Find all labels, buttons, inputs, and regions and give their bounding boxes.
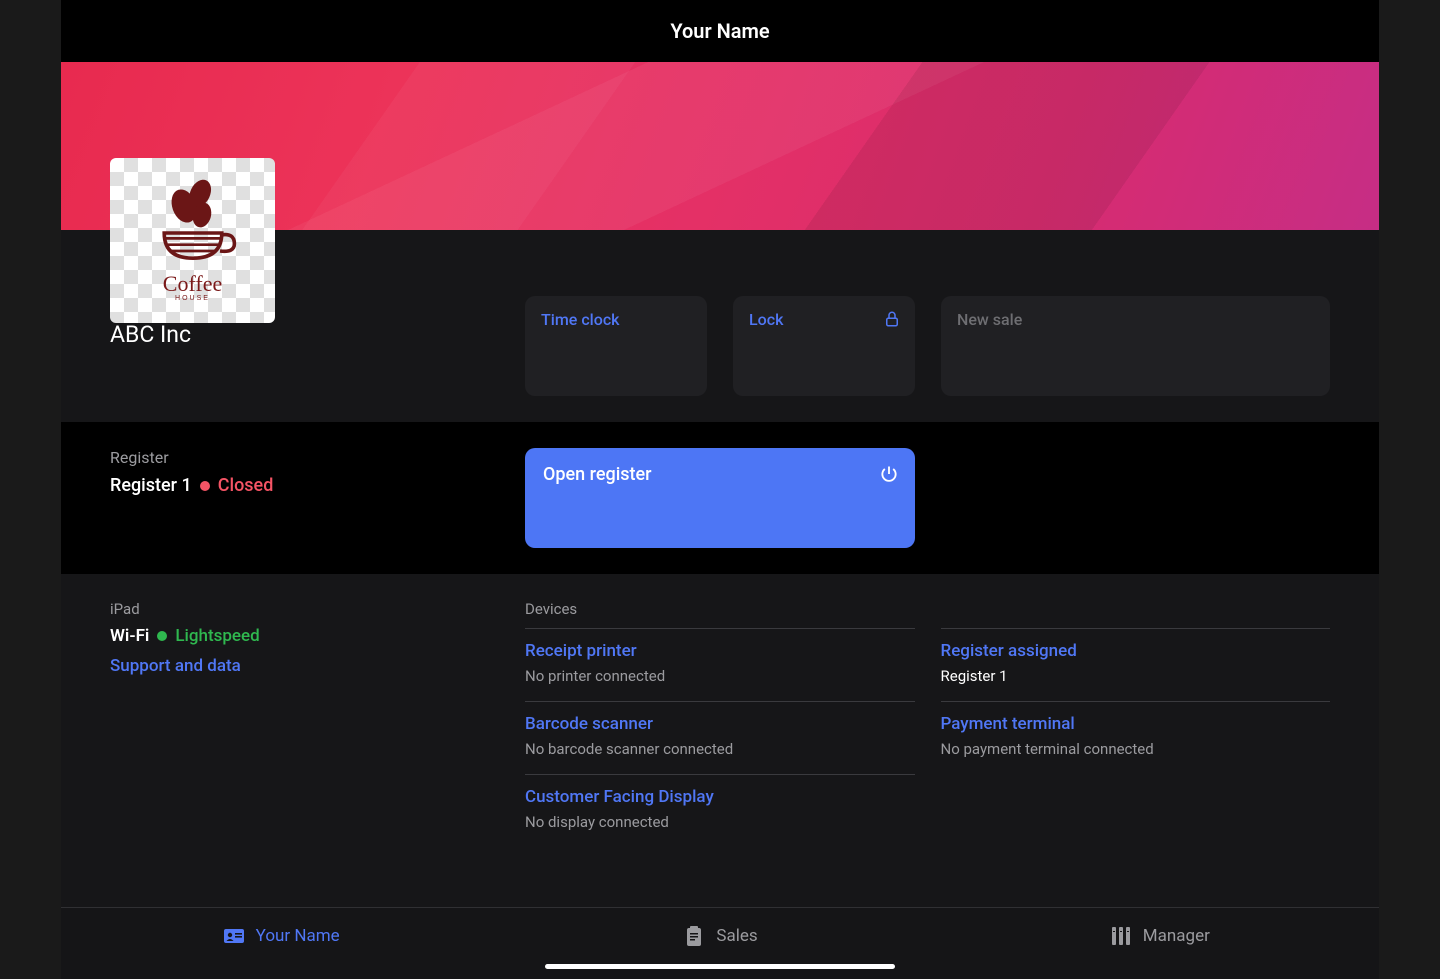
register-name: Register 1: [110, 475, 192, 496]
app-header: Your Name: [61, 0, 1379, 62]
device-status: Register 1: [941, 667, 1331, 685]
time-clock-label: Time clock: [541, 310, 691, 329]
nav-label: Your Name: [256, 926, 340, 946]
device-item-barcode-scanner[interactable]: Barcode scanner No barcode scanner conne…: [525, 701, 915, 774]
clipboard-icon: [682, 924, 706, 948]
register-section-label: Register: [110, 448, 525, 467]
logo-subtext: HOUSE: [175, 295, 210, 302]
support-and-data-link[interactable]: Support and data: [110, 656, 525, 676]
nav-manager[interactable]: Manager: [940, 908, 1379, 964]
new-sale-button: New sale: [941, 296, 1330, 396]
lock-button[interactable]: Lock: [733, 296, 915, 396]
home-indicator[interactable]: [545, 964, 895, 969]
device-title: Payment terminal: [941, 714, 1331, 734]
logo-text: Coffee: [163, 273, 222, 295]
id-card-icon: [222, 924, 246, 948]
new-sale-label: New sale: [957, 310, 1314, 329]
header-title: Your Name: [670, 19, 769, 43]
nav-label: Sales: [716, 926, 757, 946]
device-title: Receipt printer: [525, 641, 915, 661]
device-item-receipt-printer[interactable]: Receipt printer No printer connected: [525, 628, 915, 701]
coffee-logo-icon: [148, 179, 238, 269]
device-title: Barcode scanner: [525, 714, 915, 734]
open-register-button[interactable]: Open register: [525, 448, 915, 548]
open-register-label: Open register: [543, 464, 897, 485]
lock-label: Lock: [749, 310, 899, 329]
device-status: No barcode scanner connected: [525, 740, 915, 758]
bottom-nav: Your Name Sales Manager: [61, 907, 1379, 979]
time-clock-button[interactable]: Time clock: [525, 296, 707, 396]
wifi-status-dot: [157, 631, 167, 641]
ipad-section-label: iPad: [110, 600, 525, 618]
device-title: Customer Facing Display: [525, 787, 915, 807]
device-status: No payment terminal connected: [941, 740, 1331, 758]
register-status-dot: [200, 481, 210, 491]
reports-icon: [1109, 924, 1133, 948]
company-logo: Coffee HOUSE: [110, 158, 275, 323]
nav-your-name[interactable]: Your Name: [61, 908, 500, 964]
devices-spacer: [941, 600, 1331, 618]
device-status: No display connected: [525, 813, 915, 831]
device-item-payment-terminal[interactable]: Payment terminal No payment terminal con…: [941, 701, 1331, 774]
company-name: ABC Inc: [110, 321, 525, 348]
register-status-text: Closed: [218, 475, 274, 496]
nav-sales[interactable]: Sales: [500, 908, 939, 964]
devices-section-label: Devices: [525, 600, 915, 618]
lock-icon: [883, 310, 901, 328]
device-item-customer-display[interactable]: Customer Facing Display No display conne…: [525, 774, 915, 847]
device-status: No printer connected: [525, 667, 915, 685]
device-item-register-assigned[interactable]: Register assigned Register 1: [941, 628, 1331, 701]
power-icon: [879, 464, 899, 484]
wifi-network-name: Lightspeed: [175, 626, 259, 646]
device-title: Register assigned: [941, 641, 1331, 661]
wifi-label: Wi-Fi: [110, 626, 149, 646]
nav-label: Manager: [1143, 926, 1210, 946]
